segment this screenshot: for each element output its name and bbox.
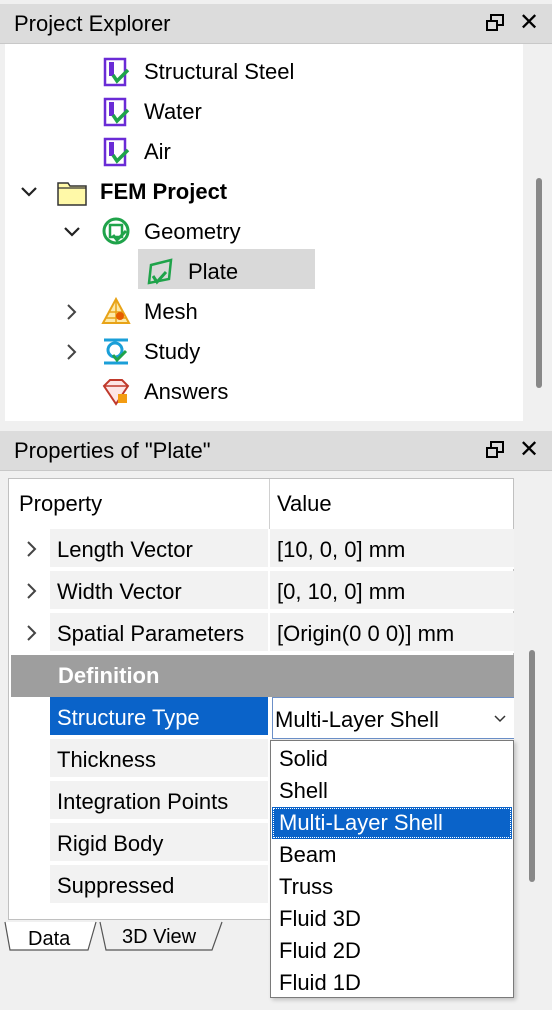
tab-data[interactable]: Data bbox=[8, 924, 96, 956]
tree-item-label: Mesh bbox=[144, 299, 198, 324]
dropdown-option-fluid-3d[interactable]: Fluid 3D bbox=[272, 903, 512, 935]
dropdown-option-beam[interactable]: Beam bbox=[272, 839, 512, 871]
close-icon[interactable]: ✕ bbox=[516, 10, 542, 36]
geometry-icon bbox=[102, 217, 130, 245]
column-divider[interactable] bbox=[269, 479, 270, 529]
scrollbar-thumb[interactable] bbox=[536, 178, 542, 388]
tree-item-label: Water bbox=[144, 99, 202, 124]
property-name: Width Vector bbox=[57, 579, 182, 604]
property-row-spatial-parameters[interactable]: Spatial Parameters [Origin(0 0 0)] mm bbox=[9, 613, 515, 655]
property-name: Rigid Body bbox=[57, 831, 164, 856]
chevron-right-icon[interactable] bbox=[23, 540, 41, 558]
tree-item-fem-project[interactable]: FEM Project bbox=[5, 172, 523, 212]
dropdown-option-multi-layer-shell[interactable]: Multi-Layer Shell bbox=[272, 807, 512, 839]
folder-icon bbox=[57, 182, 87, 206]
float-panel-icon[interactable] bbox=[484, 12, 506, 34]
chevron-down-icon[interactable] bbox=[19, 182, 39, 202]
property-row-width-vector[interactable]: Width Vector [0, 10, 0] mm bbox=[9, 571, 515, 613]
project-tree: Structural Steel Water Air FEM Project G… bbox=[5, 44, 523, 421]
scrollbar-thumb[interactable] bbox=[529, 650, 535, 882]
tab-3d-view[interactable]: 3D View bbox=[104, 924, 222, 956]
tree-item-air[interactable]: Air bbox=[5, 132, 523, 172]
mesh-icon bbox=[101, 297, 131, 324]
property-name: Length Vector bbox=[57, 537, 193, 562]
dropdown-option-truss[interactable]: Truss bbox=[272, 871, 512, 903]
property-name: Thickness bbox=[57, 747, 157, 772]
group-row-definition[interactable]: Definition bbox=[11, 655, 514, 697]
dropdown-option-fluid-1d[interactable]: Fluid 1D bbox=[272, 967, 512, 999]
tree-item-label: FEM Project bbox=[100, 179, 228, 204]
answers-icon bbox=[102, 379, 130, 406]
study-icon bbox=[104, 338, 128, 365]
material-icon bbox=[103, 97, 130, 127]
plate-icon bbox=[147, 258, 173, 285]
property-row-length-vector[interactable]: Length Vector [10, 0, 0] mm bbox=[9, 529, 515, 571]
structure-type-combobox[interactable]: Multi-Layer Shell bbox=[272, 697, 515, 739]
tree-item-answers[interactable]: Answers bbox=[5, 372, 523, 412]
tree-item-water[interactable]: Water bbox=[5, 92, 523, 132]
chevron-down-icon[interactable] bbox=[62, 222, 82, 242]
column-header-value[interactable]: Value bbox=[277, 491, 332, 517]
tree-item-label: Structural Steel bbox=[144, 59, 295, 84]
property-value: [Origin(0 0 0)] mm bbox=[277, 621, 455, 646]
tree-item-label: Answers bbox=[144, 379, 229, 404]
chevron-right-icon[interactable] bbox=[62, 342, 82, 362]
tree-item-mesh[interactable]: Mesh bbox=[5, 292, 523, 332]
close-icon[interactable]: ✕ bbox=[516, 437, 542, 463]
chevron-down-icon[interactable] bbox=[492, 711, 508, 727]
tree-item-structural-steel[interactable]: Structural Steel bbox=[5, 52, 523, 92]
properties-header: Properties of "Plate" ✕ bbox=[0, 431, 552, 471]
dropdown-option-solid[interactable]: Solid bbox=[272, 743, 512, 775]
tree-item-label: Study bbox=[144, 339, 201, 364]
chevron-right-icon[interactable] bbox=[23, 582, 41, 600]
column-header-property[interactable]: Property bbox=[19, 491, 102, 517]
tree-item-label: Plate bbox=[188, 259, 239, 284]
property-name: Structure Type bbox=[57, 705, 200, 730]
group-label: Definition bbox=[58, 663, 160, 688]
property-name: Spatial Parameters bbox=[57, 621, 245, 646]
material-icon bbox=[103, 57, 130, 87]
explorer-scrollbar[interactable] bbox=[523, 44, 552, 421]
project-explorer-title: Project Explorer bbox=[14, 11, 171, 36]
chevron-right-icon[interactable] bbox=[23, 624, 41, 642]
chevron-right-icon[interactable] bbox=[62, 302, 82, 322]
material-icon bbox=[103, 137, 130, 167]
project-explorer-header: Project Explorer ✕ bbox=[0, 4, 552, 44]
property-value: [10, 0, 0] mm bbox=[277, 537, 406, 562]
property-name: Suppressed bbox=[57, 873, 175, 898]
tree-item-geometry[interactable]: Geometry bbox=[5, 212, 523, 252]
property-name: Integration Points bbox=[57, 789, 229, 814]
tree-item-label: Air bbox=[144, 139, 171, 164]
properties-title: Properties of "Plate" bbox=[14, 438, 211, 463]
tree-item-label: Geometry bbox=[144, 219, 241, 244]
combobox-value: Multi-Layer Shell bbox=[275, 707, 439, 732]
dropdown-option-shell[interactable]: Shell bbox=[272, 775, 512, 807]
tree-item-study[interactable]: Study bbox=[5, 332, 523, 372]
float-panel-icon[interactable] bbox=[484, 439, 506, 461]
dropdown-option-fluid-2d[interactable]: Fluid 2D bbox=[272, 935, 512, 967]
property-value: [0, 10, 0] mm bbox=[277, 579, 406, 604]
tree-item-plate[interactable]: Plate bbox=[5, 252, 523, 292]
properties-scrollbar[interactable] bbox=[514, 478, 552, 920]
structure-type-dropdown-list: Solid Shell Multi-Layer Shell Beam Truss… bbox=[270, 740, 514, 998]
